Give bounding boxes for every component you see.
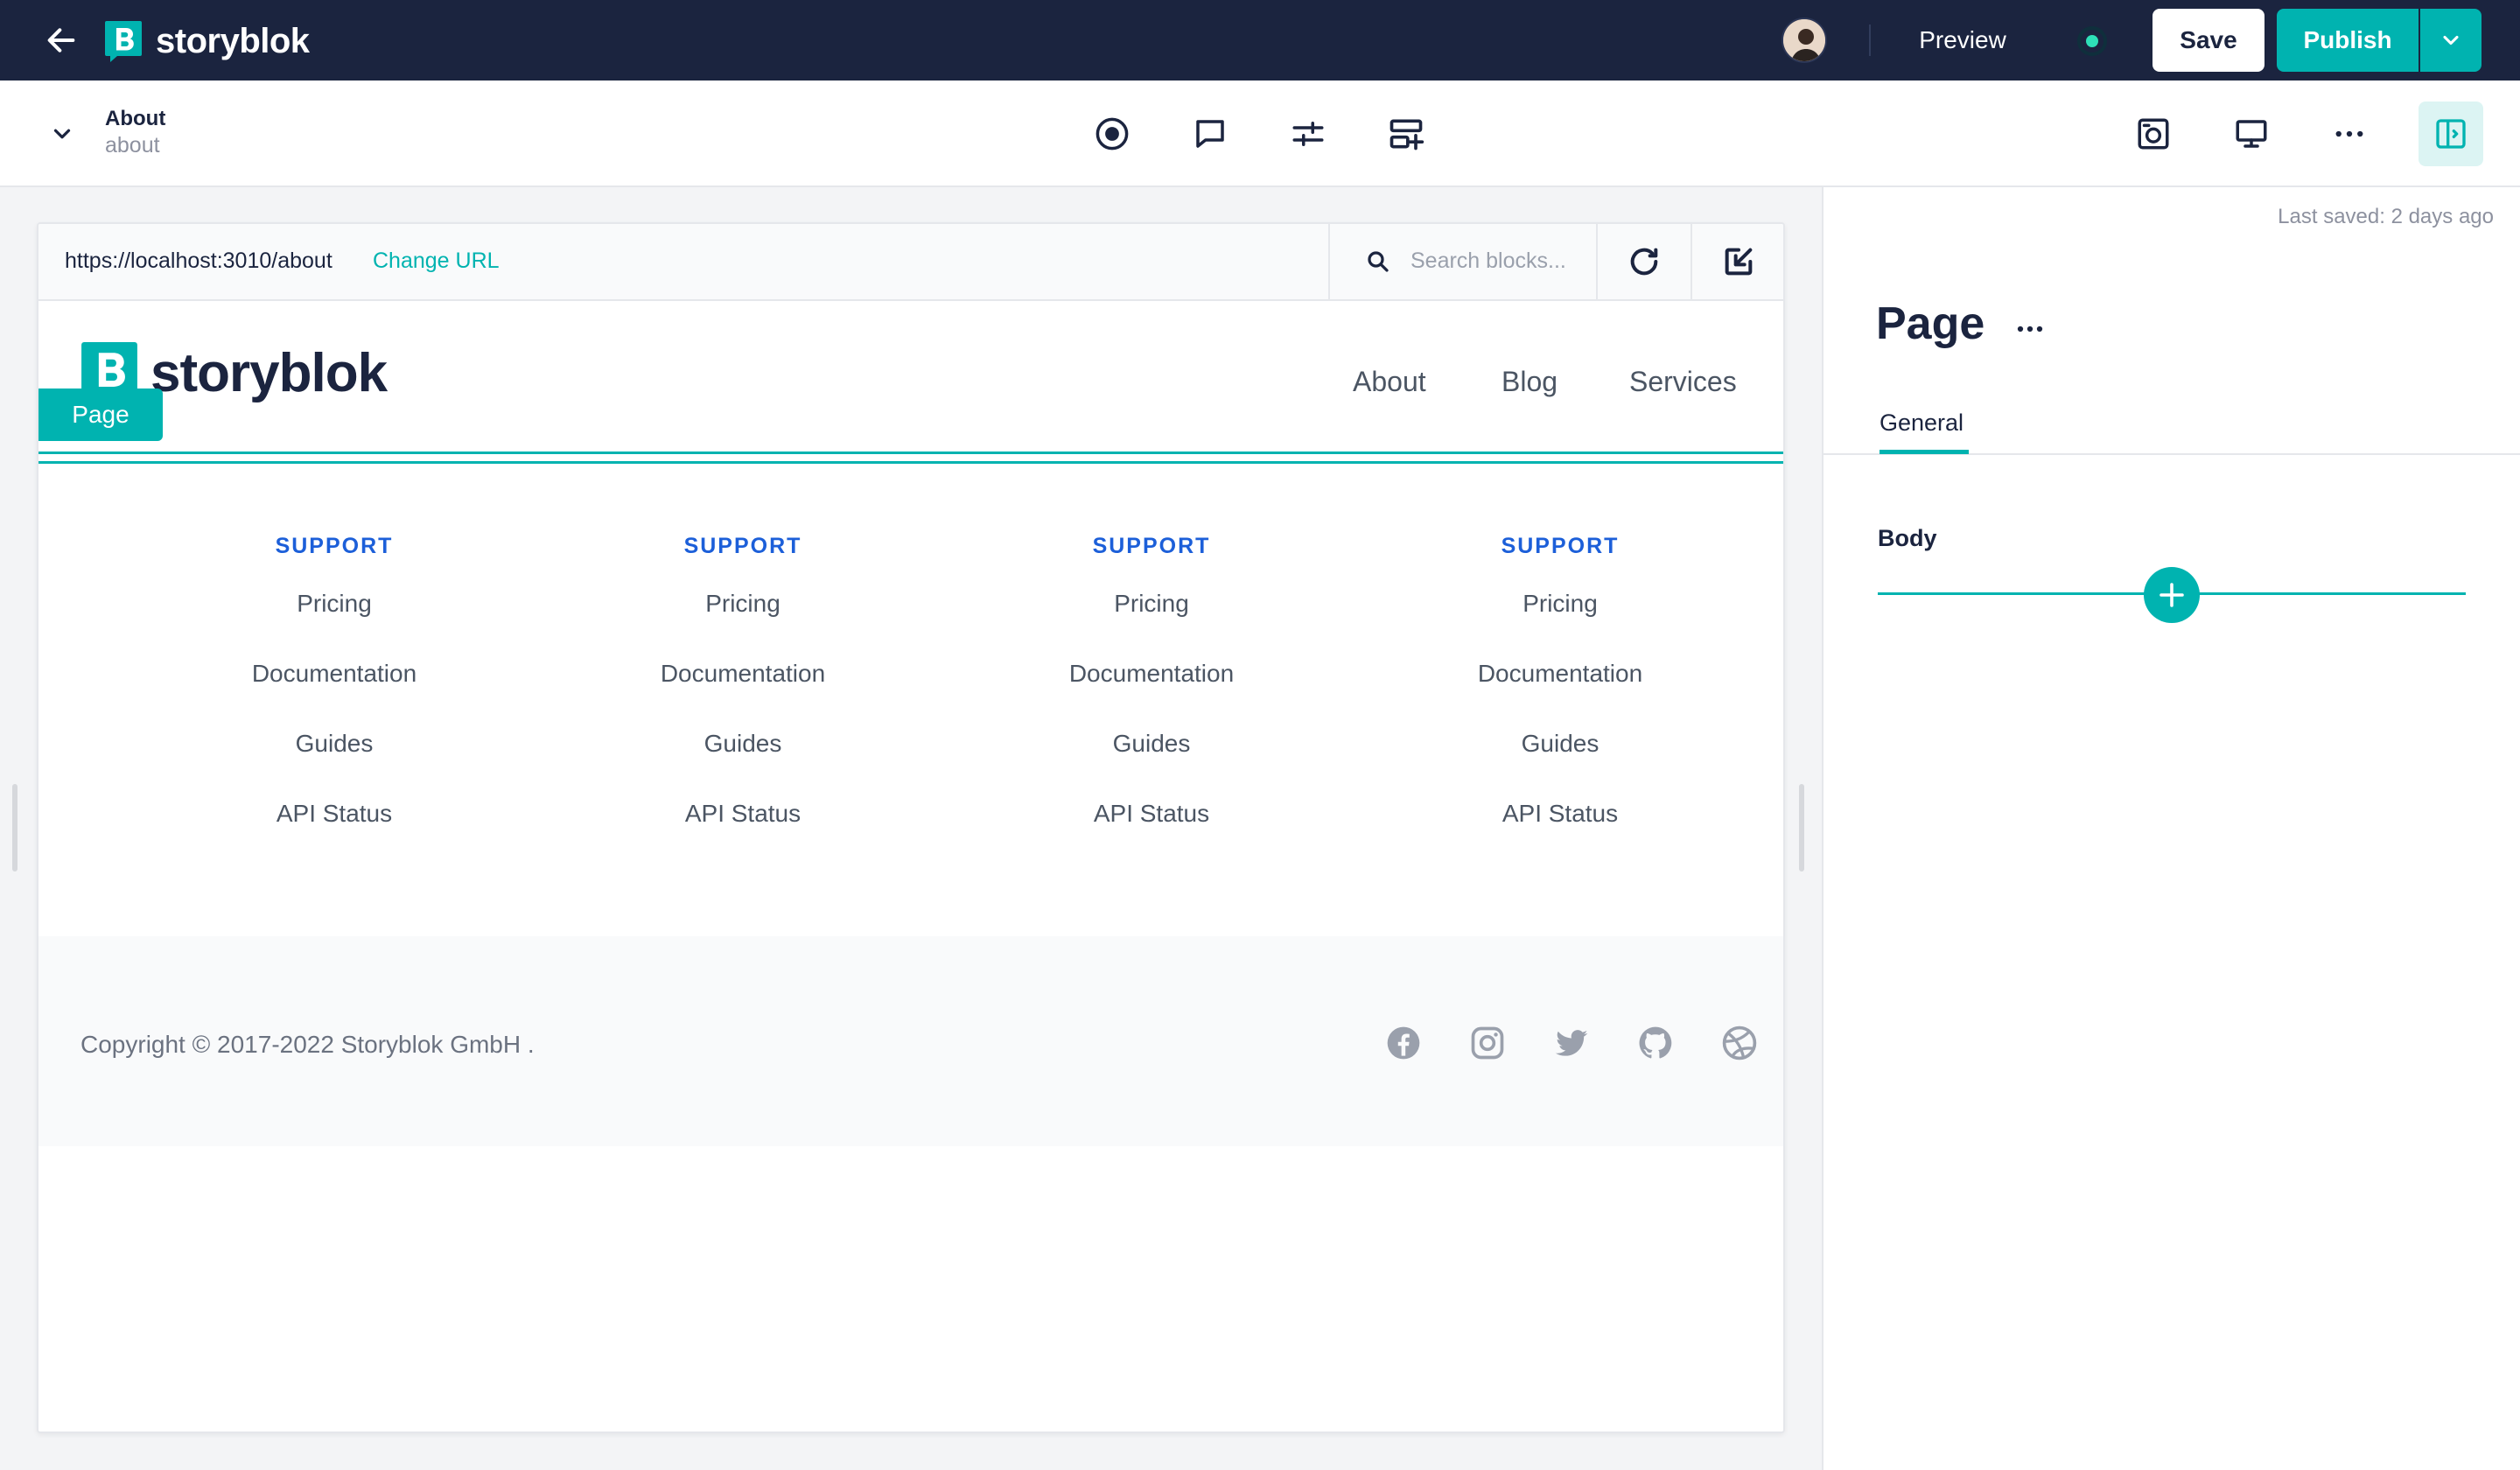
footer-link[interactable]: Documentation [559, 639, 927, 709]
footer-link[interactable]: API Status [150, 779, 518, 849]
footer-link[interactable]: Documentation [150, 639, 518, 709]
camera-icon[interactable] [2132, 112, 2175, 156]
footer-link[interactable]: API Status [1376, 779, 1744, 849]
publish-button[interactable]: Publish [2277, 9, 2418, 72]
nav-link-blog[interactable]: Blog [1502, 366, 1558, 398]
edit-arrow-icon [1725, 248, 1753, 276]
more-options-icon[interactable] [2328, 112, 2371, 156]
search-icon [1368, 251, 1389, 272]
nav-link-services[interactable]: Services [1629, 366, 1737, 398]
resize-handle-right[interactable] [1799, 784, 1804, 872]
last-saved-text: Last saved: 2 days ago [2278, 205, 2494, 228]
status-indicator[interactable] [2077, 26, 2107, 56]
refresh-button[interactable] [1596, 224, 1690, 299]
footer-link[interactable]: Guides [1376, 709, 1744, 779]
facebook-icon[interactable] [1384, 1024, 1423, 1062]
footer-link[interactable]: Guides [559, 709, 927, 779]
tab-general[interactable]: General [1880, 410, 1964, 437]
footer-heading: SUPPORT [1501, 534, 1620, 558]
panel-title: Page [1876, 298, 1985, 349]
publish-dropdown-button[interactable] [2420, 9, 2482, 72]
chevron-down-icon[interactable] [49, 121, 75, 147]
add-block-icon[interactable] [1384, 112, 1428, 156]
storyblok-logo-icon [105, 21, 142, 62]
story-slug: about [105, 133, 160, 158]
footer-heading: SUPPORT [683, 534, 802, 558]
change-url-link[interactable]: Change URL [373, 248, 500, 274]
sliders-icon[interactable] [1286, 112, 1330, 156]
footer-column: SUPPORT Pricing Documentation Guides API… [1376, 534, 1744, 849]
footer-columns: SUPPORT Pricing Documentation Guides API… [38, 469, 1783, 936]
search-blocks-input[interactable]: Search blocks... [1328, 224, 1596, 299]
site-footer-bar: Copyright © 2017-2022 Storyblok GmbH . [38, 936, 1783, 1146]
topbar-divider [1869, 24, 1871, 56]
desktop-icon[interactable] [2230, 112, 2273, 156]
twitter-icon[interactable] [1552, 1024, 1591, 1062]
search-placeholder: Search blocks... [1410, 248, 1566, 273]
footer-link[interactable]: API Status [968, 779, 1335, 849]
top-bar: storyblok Preview Save Publish [0, 0, 2520, 80]
save-button[interactable]: Save [2152, 9, 2264, 72]
sidebar-panel-icon [2436, 119, 2466, 149]
content-editor-panel: Last saved: 2 days ago Page General Body [1822, 187, 2520, 1470]
page-block-badge[interactable]: Page [38, 388, 163, 441]
refresh-icon [1630, 248, 1658, 276]
target-icon[interactable] [1090, 112, 1134, 156]
footer-link[interactable]: Pricing [968, 569, 1335, 639]
footer-column: SUPPORT Pricing Documentation Guides API… [150, 534, 518, 849]
plus-icon [2160, 583, 2184, 607]
comment-icon[interactable] [1188, 112, 1232, 156]
footer-link[interactable]: Documentation [1376, 639, 1744, 709]
copyright-text: Copyright © 2017-2022 Storyblok GmbH . [80, 1031, 535, 1058]
footer-link[interactable]: Pricing [1376, 569, 1744, 639]
resize-handle-left[interactable] [12, 784, 18, 872]
preview-url-bar: https://localhost:3010/about Change URL … [38, 224, 1783, 301]
body-field-label: Body [1878, 525, 1937, 551]
footer-heading: SUPPORT [1092, 534, 1211, 558]
dribbble-icon[interactable] [1720, 1024, 1759, 1062]
github-icon[interactable] [1636, 1024, 1675, 1062]
toggle-panel-button[interactable] [2418, 102, 2483, 166]
site-logo-text: storyblok [150, 342, 388, 403]
footer-link[interactable]: Pricing [559, 569, 927, 639]
open-external-button[interactable] [1690, 224, 1783, 299]
brand-name: storyblok [156, 21, 310, 60]
footer-column: SUPPORT Pricing Documentation Guides API… [559, 534, 927, 849]
chevron-down-icon [2443, 35, 2459, 46]
footer-heading: SUPPORT [275, 534, 394, 558]
footer-link[interactable]: Guides [150, 709, 518, 779]
user-avatar[interactable] [1782, 18, 1827, 63]
tab-active-indicator [1880, 450, 1969, 454]
add-block-button[interactable] [2144, 567, 2200, 623]
footer-column: SUPPORT Pricing Documentation Guides API… [968, 534, 1335, 849]
site-header[interactable]: storyblok Page About Blog Services [38, 301, 1783, 464]
visual-preview-frame: https://localhost:3010/about Change URL … [37, 222, 1785, 1433]
preview-url: https://localhost:3010/about [65, 248, 332, 273]
back-arrow-icon[interactable] [44, 23, 79, 58]
footer-link[interactable]: Guides [968, 709, 1335, 779]
preview-button[interactable]: Preview [1899, 16, 2026, 65]
nav-link-about[interactable]: About [1353, 366, 1426, 398]
more-options-icon[interactable] [2011, 310, 2049, 348]
footer-link[interactable]: Pricing [150, 569, 518, 639]
story-toolbar: About about [0, 80, 2520, 187]
footer-link[interactable]: Documentation [968, 639, 1335, 709]
story-title: About [105, 107, 166, 130]
footer-link[interactable]: API Status [559, 779, 927, 849]
brand[interactable]: storyblok [103, 19, 310, 63]
instagram-icon[interactable] [1468, 1024, 1507, 1062]
